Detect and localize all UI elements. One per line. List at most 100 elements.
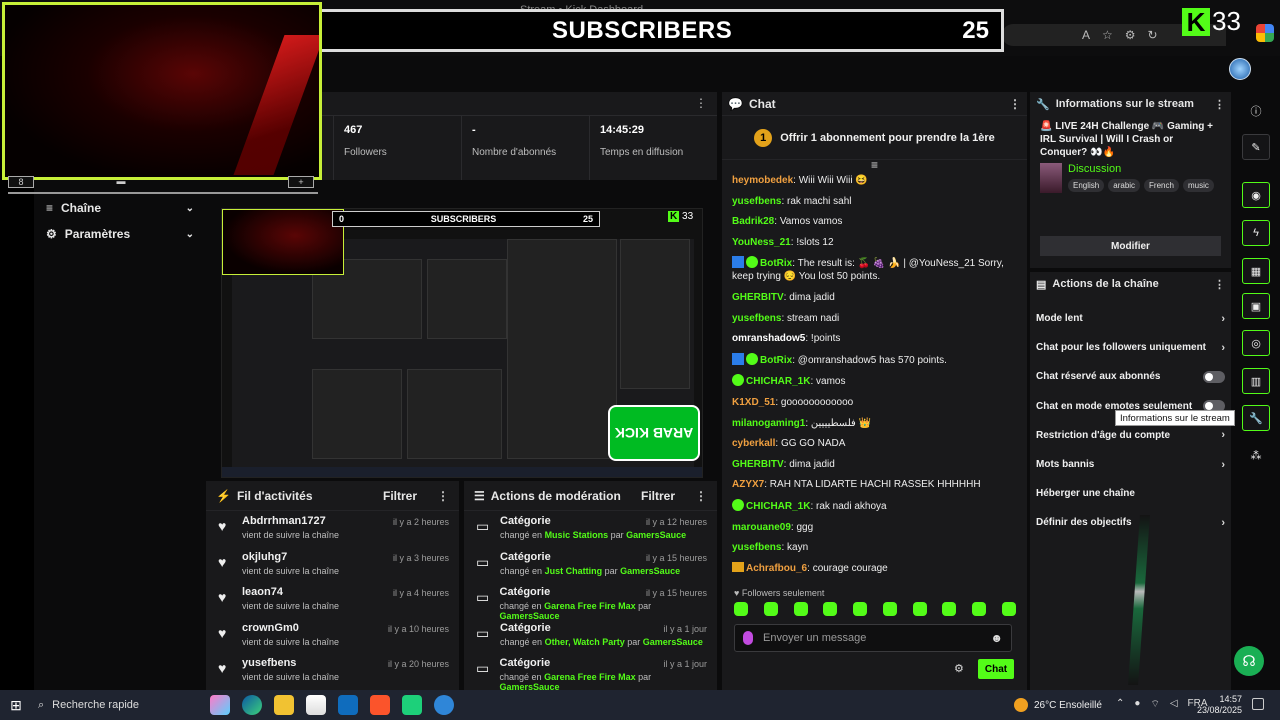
emote-icon[interactable] bbox=[972, 602, 987, 616]
help-icon[interactable]: ☊ bbox=[1234, 646, 1264, 676]
taskbar-clock[interactable]: 14:57 23/08/2025 bbox=[1196, 694, 1242, 716]
moderation-filter-button[interactable]: Filtrer bbox=[641, 489, 675, 503]
chat-username[interactable]: Achrafbou_6 bbox=[746, 563, 807, 574]
activity-username[interactable]: crownGm0 bbox=[242, 622, 339, 634]
chat-username[interactable]: milanogaming1 bbox=[732, 418, 805, 429]
system-tray[interactable]: ⌃ ● ⌔ ◁ FRA bbox=[1116, 698, 1208, 711]
stream-tag[interactable]: arabic bbox=[1108, 179, 1141, 192]
chat-username[interactable]: AZYX7 bbox=[732, 479, 764, 490]
channel-action-item[interactable]: Mots bannis › bbox=[1030, 450, 1231, 479]
microphone-tray-icon[interactable]: ● bbox=[1134, 698, 1140, 711]
layout-icon[interactable]: ▥ bbox=[1242, 368, 1270, 394]
moderation-category[interactable]: Just Chatting bbox=[545, 566, 603, 576]
copilot-icon[interactable] bbox=[1256, 24, 1274, 42]
refresh-icon[interactable]: ↻ bbox=[1148, 28, 1158, 42]
stream-tag[interactable]: music bbox=[1182, 179, 1214, 192]
activity-username[interactable]: yusefbens bbox=[242, 657, 339, 669]
gift-sub-offer[interactable]: 1 Offrir 1 abonnement pour prendre la 1è… bbox=[722, 116, 1027, 160]
more-options-icon[interactable]: ⋮ bbox=[437, 489, 449, 503]
store-icon[interactable] bbox=[306, 695, 326, 715]
windows-start-icon[interactable]: ⊞ bbox=[0, 690, 32, 720]
emote-icon[interactable] bbox=[942, 602, 957, 616]
moderation-category[interactable]: Garena Free Fire Max bbox=[544, 601, 636, 611]
camera-icon[interactable]: ◉ bbox=[1242, 182, 1270, 208]
wifi-icon[interactable]: ⌔ bbox=[1150, 698, 1159, 711]
chat-username[interactable]: YouNess_21 bbox=[732, 237, 791, 248]
broadcast-icon[interactable]: ◎ bbox=[1242, 330, 1270, 356]
chat-username[interactable]: yusefbens bbox=[732, 313, 781, 324]
emote-icon[interactable] bbox=[763, 602, 778, 616]
emote-icon[interactable] bbox=[882, 602, 897, 616]
extensions-icon[interactable]: ⚙ bbox=[1125, 28, 1136, 42]
streaming-app-icon[interactable] bbox=[402, 695, 422, 715]
channel-action-item[interactable]: Chat réservé aux abonnés bbox=[1030, 362, 1231, 391]
chat-send-button[interactable]: Chat bbox=[978, 659, 1014, 679]
brave-browser-icon[interactable] bbox=[370, 695, 390, 715]
more-options-icon[interactable]: ⋮ bbox=[1009, 97, 1021, 111]
chevron-up-icon[interactable]: ⌃ bbox=[1116, 698, 1124, 711]
emote-icon[interactable] bbox=[793, 602, 808, 616]
info-icon[interactable]: ⓘ bbox=[1242, 98, 1270, 124]
activity-filter-button[interactable]: Filtrer bbox=[383, 489, 417, 503]
toggle-switch[interactable] bbox=[1203, 370, 1225, 383]
stream-preview[interactable]: 0 SUBSCRIBERS 25 K 33 ARAB KICK bbox=[221, 208, 703, 478]
category-name[interactable]: Discussion bbox=[1068, 163, 1214, 175]
wrench-icon[interactable]: 🔧 bbox=[1242, 405, 1270, 431]
chat-username[interactable]: GHERBITV bbox=[732, 292, 784, 303]
chat-username[interactable]: GHERBITV bbox=[732, 459, 784, 470]
nav-item-channel[interactable]: ≡ Chaîne ⌄ bbox=[34, 195, 206, 221]
moderation-author[interactable]: GamersSauce bbox=[620, 566, 680, 576]
stream-tag[interactable]: French bbox=[1144, 179, 1179, 192]
moderation-category[interactable]: Garena Free Fire Max bbox=[544, 672, 636, 682]
taskbar-search[interactable]: ⌕ Recherche rapide bbox=[32, 690, 204, 720]
chat-username[interactable]: CHICHAR_1K bbox=[746, 376, 810, 387]
chat-username[interactable]: BotRix bbox=[760, 258, 792, 269]
microphone-icon[interactable] bbox=[743, 631, 753, 645]
pencil-icon[interactable]: ✎ bbox=[1242, 134, 1270, 160]
stream-tag[interactable]: English bbox=[1068, 179, 1105, 192]
activity-username[interactable]: okjluhg7 bbox=[242, 551, 339, 563]
emoji-icon[interactable]: ☻ bbox=[990, 631, 1003, 645]
chat-username[interactable]: marouane09 bbox=[732, 522, 791, 533]
chat-username[interactable]: omranshadow5 bbox=[732, 333, 805, 344]
more-options-icon[interactable]: ⋮ bbox=[695, 96, 707, 110]
chat-username[interactable]: K1XD_51 bbox=[732, 397, 775, 408]
more-options-icon[interactable]: ⋮ bbox=[695, 489, 707, 503]
chat-username[interactable]: heymobedek bbox=[732, 175, 793, 186]
outlook-icon[interactable] bbox=[338, 695, 358, 715]
moderation-category[interactable]: Other, Watch Party bbox=[545, 637, 625, 647]
moderation-category[interactable]: Music Stations bbox=[545, 530, 609, 540]
chat-username[interactable]: BotRix bbox=[760, 355, 792, 366]
volume-icon[interactable]: ◁ bbox=[1170, 698, 1178, 711]
emote-icon[interactable] bbox=[734, 602, 748, 616]
modify-stream-button[interactable]: Modifier bbox=[1040, 236, 1221, 256]
copilot-app-icon[interactable] bbox=[210, 695, 230, 715]
chat-username[interactable]: CHICHAR_1K bbox=[746, 501, 810, 512]
chat-message-input[interactable]: Envoyer un message ☻ bbox=[734, 624, 1012, 652]
chat-settings-icon[interactable]: ⚙ bbox=[954, 662, 964, 675]
emote-icon[interactable] bbox=[853, 602, 868, 616]
activity-username[interactable]: Abdrrhman1727 bbox=[242, 515, 339, 527]
weather-widget[interactable]: 26°C Ensoleillé bbox=[1014, 698, 1102, 712]
chat-username[interactable]: yusefbens bbox=[732, 196, 781, 207]
apps-icon[interactable]: ⁂ bbox=[1242, 442, 1270, 468]
chat-username[interactable]: Badrik28 bbox=[732, 216, 774, 227]
channel-action-item[interactable]: Héberger une chaîne bbox=[1030, 479, 1231, 508]
chat-username[interactable]: cyberkall bbox=[732, 438, 775, 449]
moderation-author[interactable]: GamersSauce bbox=[626, 530, 686, 540]
nav-item-settings[interactable]: ⚙ Paramètres ⌄ bbox=[34, 221, 206, 247]
chat-filter-icon[interactable]: ≡ bbox=[722, 159, 1027, 174]
channel-action-item[interactable]: Chat pour les followers uniquement › bbox=[1030, 333, 1231, 362]
notes-icon[interactable]: ▦ bbox=[1242, 258, 1270, 284]
more-options-icon[interactable]: ⋮ bbox=[1214, 278, 1225, 291]
moderation-author[interactable]: GamersSauce bbox=[643, 637, 703, 647]
notifications-icon[interactable] bbox=[1252, 698, 1264, 710]
favorite-icon[interactable]: ☆ bbox=[1102, 28, 1113, 42]
edge-browser-icon[interactable] bbox=[242, 695, 262, 715]
user-avatar[interactable] bbox=[1229, 58, 1251, 80]
file-explorer-icon[interactable] bbox=[274, 695, 294, 715]
emote-icon[interactable] bbox=[823, 602, 838, 616]
emote-icon[interactable] bbox=[912, 602, 927, 616]
lightning-icon[interactable]: ϟ bbox=[1242, 220, 1270, 246]
network-app-icon[interactable] bbox=[434, 695, 454, 715]
